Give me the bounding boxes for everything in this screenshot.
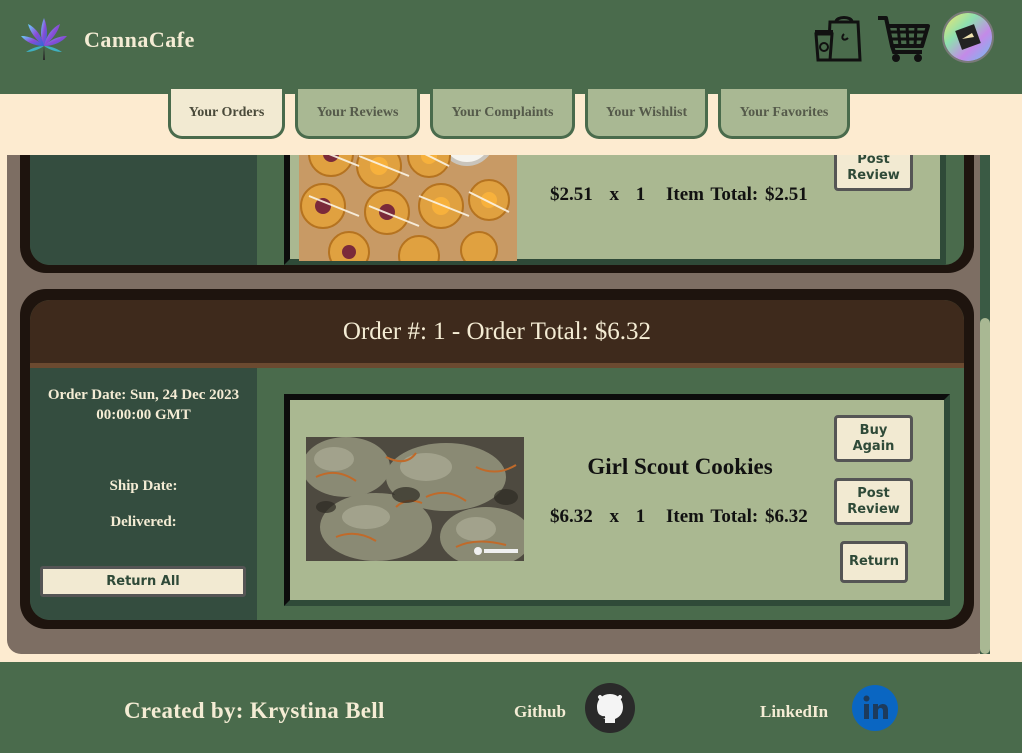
item-price-line: $2.51 x 1 Item Total: $2.51 [550,184,808,206]
ship-date: Ship Date: [109,478,178,494]
tab-your-complaints[interactable]: Your Complaints [430,89,575,139]
order-header: Order #: 1 - Order Total: $6.32 [30,300,964,368]
order-card-body: $2.51 x 1 Item Total: $2.51 Post Review [30,155,964,265]
github-icon[interactable] [585,683,635,733]
header: CannaCafe [0,0,1022,94]
item-total: Item Total: $6.32 [666,506,808,527]
order-item-card: Girl Scout Cookies $6.32 x 1 Item Total:… [284,394,950,606]
item-name[interactable]: Girl Scout Cookies [530,454,830,480]
cannabis-leaf-logo-icon[interactable] [18,14,70,66]
danish-pastry-image [299,155,517,261]
post-review-button[interactable]: Post Review [834,155,913,191]
order-card-body: Order #: 1 - Order Total: $6.32 Order Da… [30,300,964,620]
tab-your-reviews[interactable]: Your Reviews [295,89,420,139]
order-card: Order #: 1 - Order Total: $6.32 Order Da… [20,289,974,629]
orders-scroll-panel[interactable]: $2.51 x 1 Item Total: $2.51 Post Review … [7,155,990,654]
item-total: Item Total: $2.51 [666,184,808,205]
github-label: Github [514,702,566,721]
buy-again-button[interactable]: Buy Again [834,415,913,462]
item-price: $6.32 [550,506,593,527]
order-details-sidebar [30,155,257,265]
scrollbar-thumb[interactable] [980,318,990,654]
order-date: Order Date: Sun, 24 Dec 2023 00:00:00 GM… [47,387,240,423]
takeout-orders-icon[interactable] [812,12,864,64]
times-sign: x [609,506,620,527]
girl-scout-cookies-image [306,437,524,561]
return-all-button[interactable]: Return All [40,566,246,597]
order-details-sidebar: Order Date: Sun, 24 Dec 2023 00:00:00 GM… [30,368,257,620]
brand-name[interactable]: CannaCafe [84,27,195,53]
shopping-cart-icon[interactable] [876,12,932,64]
order-card: $2.51 x 1 Item Total: $2.51 Post Review [20,155,974,273]
order-item-card: $2.51 x 1 Item Total: $2.51 Post Review [284,155,946,265]
tab-your-orders[interactable]: Your Orders [168,89,285,139]
linkedin-icon[interactable] [852,685,898,731]
item-qty: 1 [635,184,646,205]
tab-your-favorites[interactable]: Your Favorites [718,89,850,139]
linkedin-label: LinkedIn [760,702,829,721]
tab-your-wishlist[interactable]: Your Wishlist [585,89,708,139]
footer: Created by: Krystina Bell Github LinkedI… [0,662,1022,753]
item-price-line: $6.32 x 1 Item Total: $6.32 [550,506,808,528]
return-button[interactable]: Return [840,541,908,583]
post-review-button[interactable]: Post Review [834,478,913,525]
delivered-date: Delivered: [110,514,177,530]
creator-credit: Created by: Krystina Bell [124,698,385,723]
times-sign: x [609,184,620,205]
item-price: $2.51 [550,184,593,205]
item-qty: 1 [635,506,646,527]
user-avatar[interactable] [942,11,994,63]
